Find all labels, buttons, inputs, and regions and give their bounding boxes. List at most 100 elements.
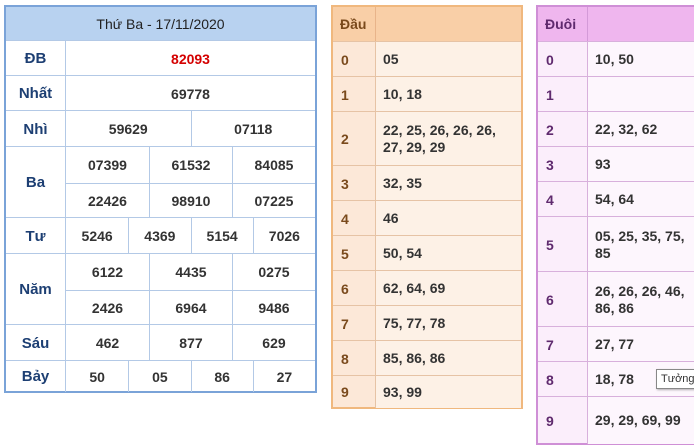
- prize-number: 9486: [231, 289, 315, 325]
- dau-row: 4 46: [333, 200, 521, 236]
- prize-label: Tư: [6, 218, 66, 254]
- duoi-key: 4: [538, 182, 588, 217]
- prize-number: 27: [252, 361, 315, 392]
- prize-number: 05: [128, 361, 190, 392]
- results-title: Thứ Ba - 17/11/2020: [6, 7, 315, 41]
- duoi-key: 9: [538, 397, 588, 444]
- prize-number: 5246: [81, 228, 113, 244]
- duoi-value: [588, 77, 694, 112]
- prize-number: 629: [231, 325, 315, 361]
- prize-number: 07118: [190, 111, 316, 147]
- duoi-value: 29, 29, 69, 99: [588, 397, 694, 444]
- prize-number: 2426: [66, 289, 149, 326]
- row-db: ĐB 82093: [6, 40, 315, 76]
- prize-number: 7026: [252, 218, 315, 254]
- duoi-value: 54, 64: [588, 182, 694, 217]
- duoi-key: 0: [538, 42, 588, 77]
- dau-row: 2 22, 25, 26, 26, 26, 27, 29, 29: [333, 111, 521, 166]
- duoi-header: Đuôi: [538, 7, 694, 41]
- dau-key: 3: [333, 166, 376, 201]
- row-nam: Năm 6122 4435 0275 2426 6964 9486: [6, 253, 315, 325]
- dau-value: 85, 86, 86: [376, 341, 521, 376]
- prize-number: 462: [95, 335, 120, 351]
- dau-key: 5: [333, 236, 376, 271]
- special-prize-number: 82093: [171, 50, 210, 67]
- row-nhat: Nhất 69778: [6, 75, 315, 111]
- prize-label: Bảy: [6, 361, 66, 392]
- duoi-key: 3: [538, 147, 588, 182]
- results-table: Thứ Ba - 17/11/2020 ĐB 82093 Nhất 69778 …: [4, 5, 317, 393]
- dau-value: 75, 77, 78: [376, 306, 521, 341]
- prize-number: 4369: [128, 218, 190, 254]
- duoi-row: 1: [538, 76, 694, 112]
- dau-row: 1 10, 18: [333, 76, 521, 112]
- prize-number: 6964: [148, 289, 232, 325]
- prize-number: 61532: [148, 147, 232, 183]
- prize-label: Nhất: [6, 76, 66, 111]
- prize-label: Nhì: [6, 111, 66, 147]
- duoi-row: 2 22, 32, 62: [538, 111, 694, 147]
- duoi-value: 10, 50: [588, 42, 694, 77]
- row-ba: Ba 07399 61532 84085 22426 98910 07225: [6, 146, 315, 218]
- prize-number: 98910: [148, 182, 232, 218]
- prize-number: 5154: [190, 218, 253, 254]
- prize-number: 6122: [91, 263, 124, 280]
- dau-key: 2: [333, 112, 376, 166]
- dau-row: 7 75, 77, 78: [333, 305, 521, 341]
- dau-key: 7: [333, 306, 376, 341]
- prize-number: 50: [89, 368, 105, 385]
- dau-key: 9: [333, 376, 376, 408]
- duoi-row: 5 05, 25, 35, 75, 85: [538, 216, 694, 272]
- prize-number: 86: [190, 361, 253, 392]
- prize-label: Năm: [6, 254, 66, 325]
- prize-label: Ba: [6, 147, 66, 218]
- duoi-key: 7: [538, 327, 588, 362]
- prize-number: 0275: [231, 254, 315, 290]
- prize-number: 4435: [148, 254, 232, 290]
- prize-label: Sáu: [6, 325, 66, 361]
- duoi-key: 5: [538, 217, 588, 272]
- duoi-value: 22, 32, 62: [588, 112, 694, 147]
- duoi-value: 93: [588, 147, 694, 182]
- duoi-value: 05, 25, 35, 75, 85: [588, 217, 694, 272]
- dau-value: 50, 54: [376, 236, 521, 271]
- prize-label: ĐB: [6, 41, 66, 76]
- dau-value: 05: [376, 42, 521, 77]
- dau-table: Đầu 0 05 1 10, 18 2 22, 25, 26, 26, 26, …: [331, 5, 523, 409]
- dau-key: 6: [333, 271, 376, 306]
- prize-number: 877: [148, 325, 232, 361]
- row-bay: Bảy 50 05 86 27: [6, 360, 315, 392]
- dau-key: 8: [333, 341, 376, 376]
- duoi-row: 9 29, 29, 69, 99: [538, 396, 694, 444]
- row-sau: Sáu 462 877 629: [6, 324, 315, 361]
- dau-row: 6 62, 64, 69: [333, 270, 521, 306]
- duoi-key: 1: [538, 77, 588, 112]
- duoi-row: 3 93: [538, 146, 694, 182]
- dau-key: 1: [333, 77, 376, 112]
- dau-header: Đầu: [333, 7, 521, 41]
- dau-row: 0 05: [333, 41, 521, 77]
- dau-row: 9 93, 99: [333, 375, 521, 408]
- duoi-value: 26, 26, 26, 46, 86, 86: [588, 272, 694, 327]
- prize-number: 22426: [66, 182, 149, 219]
- dau-row: 5 50, 54: [333, 235, 521, 271]
- dau-value: 22, 25, 26, 26, 26, 27, 29, 29: [376, 112, 521, 166]
- duoi-header-label: Đuôi: [538, 7, 588, 41]
- duoi-row: 6 26, 26, 26, 46, 86, 86: [538, 271, 694, 327]
- dau-value: 62, 64, 69: [376, 271, 521, 306]
- prize-number: 84085: [231, 147, 315, 183]
- dau-row: 8 85, 86, 86: [333, 340, 521, 376]
- dau-key: 4: [333, 201, 376, 236]
- duoi-key: 2: [538, 112, 588, 147]
- row-tu: Tư 5246 4369 5154 7026: [6, 217, 315, 254]
- dau-key: 0: [333, 42, 376, 77]
- duoi-key: 8: [538, 362, 588, 397]
- prize-number: 59629: [108, 121, 148, 137]
- prize-number: 07399: [88, 156, 127, 173]
- prize-number: 69778: [171, 85, 210, 102]
- dau-header-label: Đầu: [333, 7, 376, 41]
- tooltip: Tưởng: [656, 369, 694, 389]
- dau-row: 3 32, 35: [333, 165, 521, 201]
- dau-value: 93, 99: [376, 376, 521, 408]
- prize-number: 07225: [231, 182, 315, 218]
